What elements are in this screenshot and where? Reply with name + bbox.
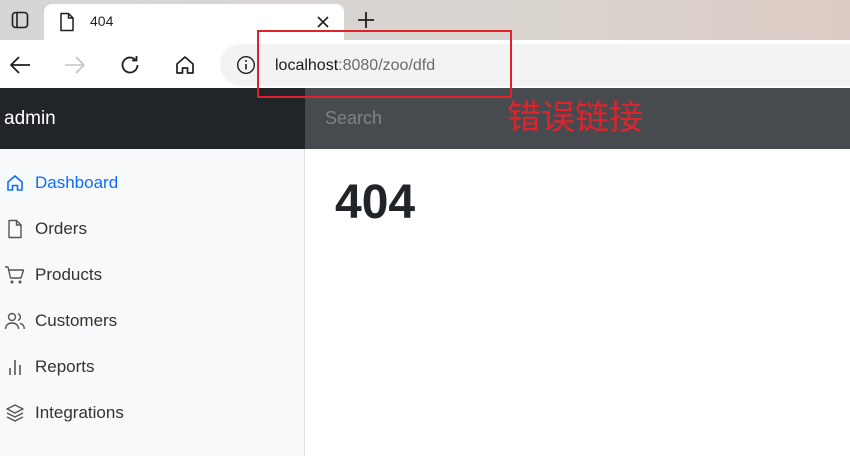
main-content: 404: [305, 149, 850, 456]
file-icon: [4, 218, 26, 240]
page-heading: 404: [335, 176, 416, 229]
tab-title: 404: [90, 13, 114, 29]
plus-icon: [358, 12, 374, 28]
shopping-cart-icon: [4, 264, 26, 286]
sidebar-item-label: Reports: [35, 357, 95, 376]
info-icon[interactable]: [236, 55, 256, 75]
sidebar-item-label: Integrations: [35, 403, 124, 422]
forward-arrow-icon[interactable]: [62, 52, 88, 78]
sidebar-item-label: Dashboard: [35, 173, 119, 192]
sidebar-item-customers[interactable]: Customers: [0, 304, 304, 338]
sidebar-item-dashboard[interactable]: Dashboard: [0, 166, 304, 200]
back-arrow-icon[interactable]: [7, 52, 33, 78]
users-icon: [4, 310, 26, 332]
home-icon: [4, 172, 26, 194]
reload-icon[interactable]: [117, 52, 143, 78]
sidebar: Dashboard Orders Products Customers Repo…: [0, 149, 305, 456]
sidebar-item-label: Products: [35, 265, 103, 284]
sidebar-item-label: Orders: [35, 219, 87, 238]
sidebar-item-integrations[interactable]: Integrations: [0, 396, 304, 430]
sidebar-item-orders[interactable]: Orders: [0, 212, 304, 246]
sidebar-item-reports[interactable]: Reports: [0, 350, 304, 384]
sidebar-item-products[interactable]: Products: [0, 258, 304, 292]
sidebar-item-label: Customers: [35, 311, 118, 330]
layers-icon: [4, 402, 26, 424]
annotation-label: 错误链接: [507, 98, 643, 138]
new-tab-button[interactable]: [354, 9, 378, 31]
bar-chart-icon: [4, 356, 26, 378]
close-icon[interactable]: [314, 13, 332, 31]
annotation-highlight-box: [257, 30, 512, 98]
window-menu-icon[interactable]: [0, 0, 40, 40]
home-icon[interactable]: [172, 52, 198, 78]
document-icon: [58, 12, 76, 32]
